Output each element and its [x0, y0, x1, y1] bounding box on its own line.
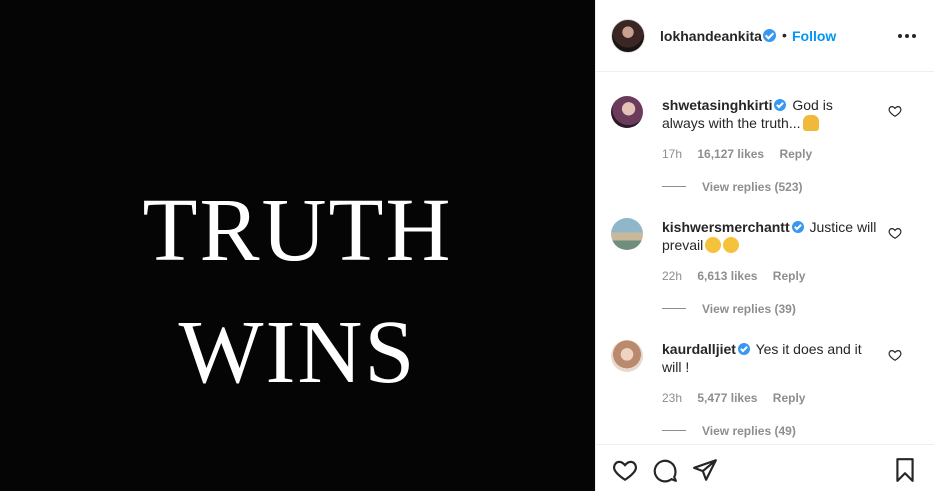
reply-button[interactable]: Reply: [773, 391, 806, 405]
view-replies-button[interactable]: View replies (39): [662, 302, 796, 316]
comment-meta: 23h 5,477 likes Reply: [662, 391, 817, 405]
verified-badge-icon: [791, 221, 804, 233]
commenter-username[interactable]: shwetasinghkirti: [662, 97, 772, 113]
bookmark-icon[interactable]: [892, 457, 918, 483]
view-replies-button[interactable]: View replies (49): [662, 424, 796, 438]
replies-divider: [662, 308, 686, 309]
post-text-line1: TRUTH: [142, 181, 453, 280]
comment-time: 22h: [662, 269, 683, 283]
author-avatar[interactable]: [611, 19, 645, 53]
comment-text: kaurdalljiet Yes it does and it will !: [662, 340, 877, 376]
replies-divider: [662, 186, 686, 187]
comment-text: kishwersmerchantt Justice will prevail: [662, 218, 877, 254]
comment-likes[interactable]: 5,477 likes: [697, 391, 757, 405]
post-text-line2: WINS: [178, 303, 417, 402]
verified-badge-icon: [774, 99, 787, 111]
author-username[interactable]: lokhandeankita: [660, 28, 762, 44]
view-replies-label: View replies (39): [702, 302, 796, 316]
view-replies-button[interactable]: View replies (523): [662, 180, 803, 194]
comment-icon[interactable]: [652, 457, 678, 483]
share-icon[interactable]: [692, 457, 718, 483]
more-options-icon[interactable]: [898, 28, 918, 44]
smiling-emoji-icon: [705, 237, 722, 253]
verified-badge-icon: [763, 29, 776, 42]
separator-dot: •: [782, 27, 787, 43]
view-replies-label: View replies (523): [702, 180, 803, 194]
post-header: lokhandeankita • Follow: [596, 0, 934, 72]
post-actions-bar: [596, 444, 934, 491]
reply-button[interactable]: Reply: [773, 269, 806, 283]
smiling-emoji-icon: [723, 237, 740, 253]
reply-button[interactable]: Reply: [779, 147, 812, 161]
commenter-avatar[interactable]: [611, 340, 643, 372]
post-side-panel: lokhandeankita • Follow shwetasinghkirti…: [595, 0, 934, 491]
commenter-avatar[interactable]: [611, 96, 643, 128]
comment-likes[interactable]: 6,613 likes: [697, 269, 757, 283]
commenter-username[interactable]: kishwersmerchantt: [662, 219, 790, 235]
comment-item: kaurdalljiet Yes it does and it will ! 2…: [596, 316, 934, 438]
view-replies-label: View replies (49): [702, 424, 796, 438]
commenter-avatar[interactable]: [611, 218, 643, 250]
comment-text: shwetasinghkirti God is always with the …: [662, 96, 877, 132]
follow-button[interactable]: Follow: [792, 28, 836, 44]
like-comment-heart-icon[interactable]: [888, 348, 902, 362]
comment-likes[interactable]: 16,127 likes: [697, 147, 764, 161]
heart-icon[interactable]: [612, 457, 638, 483]
comment-item: shwetasinghkirti God is always with the …: [596, 72, 934, 194]
like-comment-heart-icon[interactable]: [888, 104, 902, 118]
comment-meta: 17h 16,127 likes Reply: [662, 147, 824, 161]
comment-time: 17h: [662, 147, 683, 161]
comment-meta: 22h 6,613 likes Reply: [662, 269, 817, 283]
comment-item: kishwersmerchantt Justice will prevail 2…: [596, 194, 934, 316]
like-comment-heart-icon[interactable]: [888, 226, 902, 240]
replies-divider: [662, 430, 686, 431]
commenter-username[interactable]: kaurdalljiet: [662, 341, 736, 357]
verified-badge-icon: [737, 343, 750, 355]
folded-hands-emoji-icon: [802, 115, 819, 131]
comment-time: 23h: [662, 391, 683, 405]
comments-list: shwetasinghkirti God is always with the …: [596, 72, 934, 444]
post-image[interactable]: TRUTH WINS: [0, 0, 595, 491]
